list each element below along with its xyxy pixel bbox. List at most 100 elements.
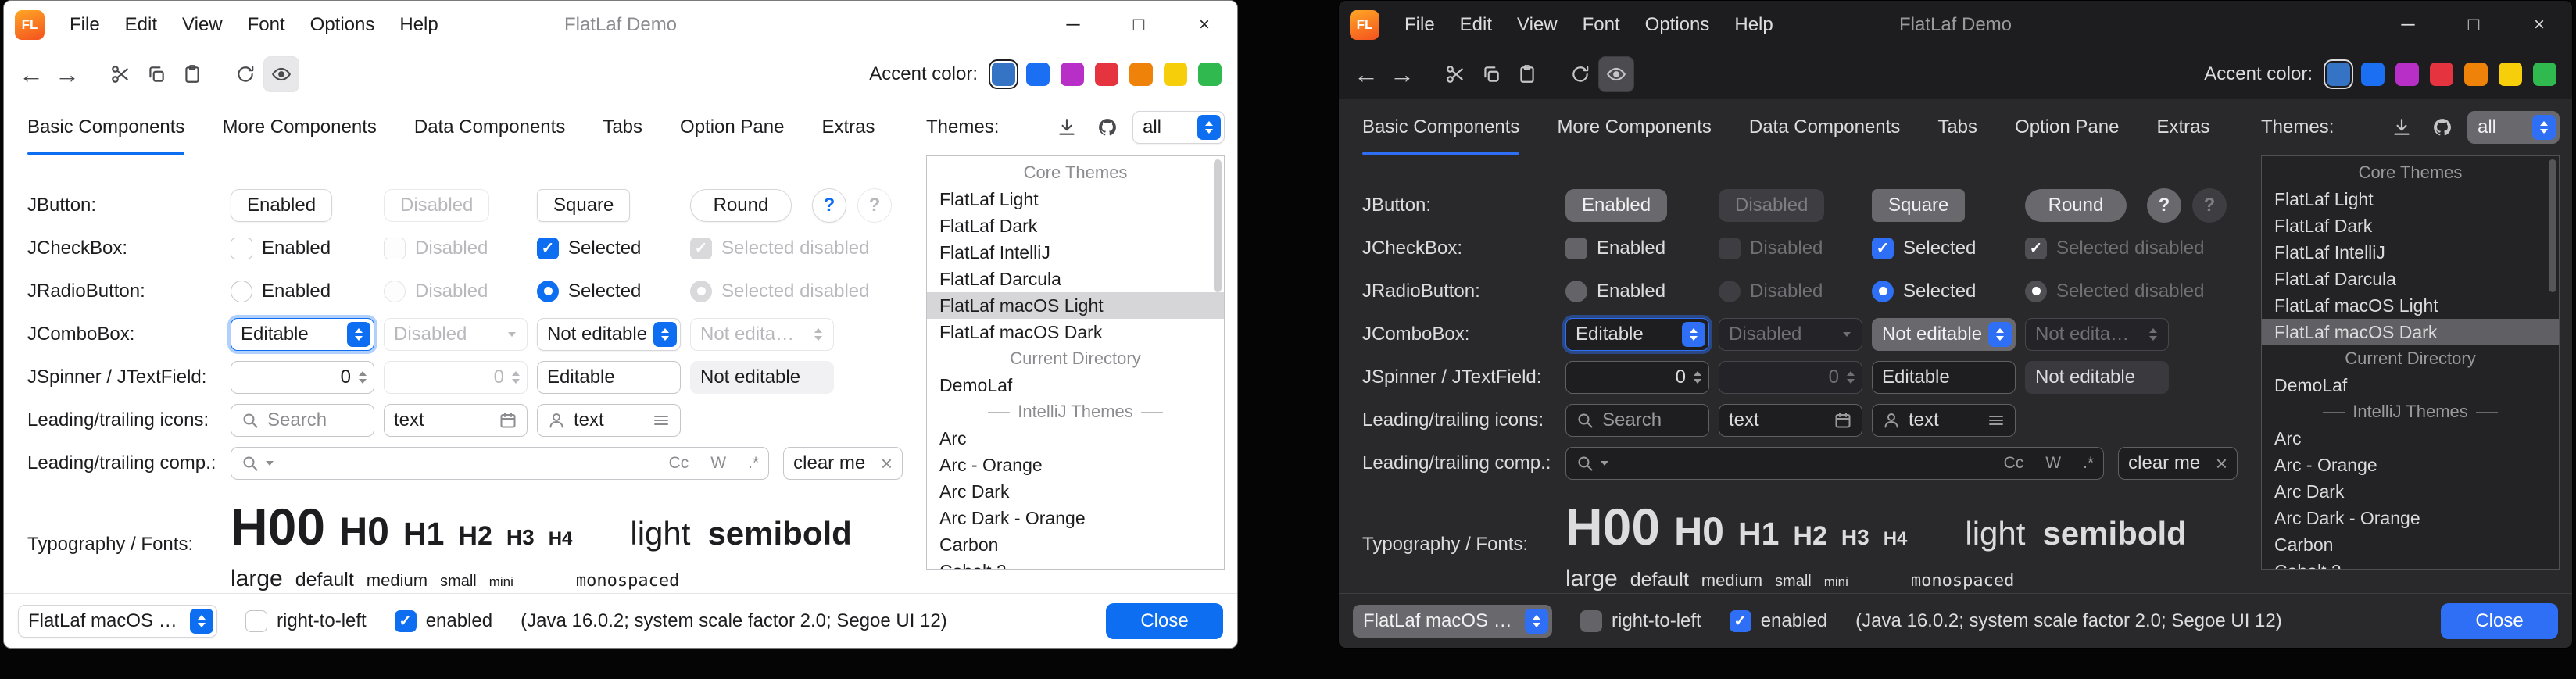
- tab-data-components[interactable]: Data Components: [1749, 99, 1900, 155]
- combobox-arrows-icon[interactable]: [190, 609, 213, 634]
- accent-swatch[interactable]: [1164, 63, 1187, 86]
- menu-edit[interactable]: Edit: [113, 1, 170, 49]
- theme-item[interactable]: FlatLaf Dark: [2262, 213, 2559, 239]
- checkbox-enabled[interactable]: Enabled: [1565, 238, 1665, 259]
- tab-more-components[interactable]: More Components: [1557, 99, 1711, 155]
- user-field[interactable]: text: [537, 404, 681, 437]
- themes-scrollbar[interactable]: [1214, 159, 1222, 566]
- user-field[interactable]: text: [1872, 404, 2016, 437]
- tab-basic-components[interactable]: Basic Components: [1362, 99, 1519, 155]
- forward-button[interactable]: →: [49, 56, 85, 92]
- theme-item[interactable]: Arc: [927, 425, 1224, 452]
- menu-view[interactable]: View: [170, 1, 235, 49]
- enabled-button[interactable]: Enabled: [1565, 189, 1667, 222]
- forward-button[interactable]: →: [1384, 56, 1420, 92]
- tab-option-pane[interactable]: Option Pane: [2015, 99, 2119, 155]
- menu-help[interactable]: Help: [387, 1, 450, 49]
- theme-item[interactable]: Arc Dark - Orange: [927, 505, 1224, 531]
- theme-item[interactable]: FlatLaf Darcula: [2262, 266, 2559, 292]
- accent-swatch[interactable]: [1198, 63, 1222, 86]
- help-button[interactable]: ?: [2147, 188, 2181, 223]
- theme-item[interactable]: Cobalt 2: [927, 558, 1224, 570]
- back-button[interactable]: ←: [13, 56, 49, 92]
- accent-swatch[interactable]: [2464, 63, 2488, 86]
- enabled-checkbox[interactable]: ✓ enabled: [395, 610, 492, 632]
- search-history-field[interactable]: Cc W .*: [1565, 447, 2104, 480]
- search-field[interactable]: Search: [1565, 404, 1709, 437]
- themes-filter-combo[interactable]: all: [1132, 111, 1225, 144]
- radio-enabled[interactable]: Enabled: [231, 281, 331, 302]
- clear-me-field[interactable]: clear me ×: [2118, 447, 2238, 480]
- menu-edit[interactable]: Edit: [1447, 1, 1504, 49]
- search-history-field[interactable]: Cc W .*: [231, 447, 769, 480]
- scrollbar-thumb[interactable]: [2549, 159, 2556, 292]
- right-to-left-checkbox[interactable]: right-to-left: [1580, 610, 1701, 632]
- checkbox-selected[interactable]: ✓Selected: [1872, 238, 1976, 259]
- combobox-editable[interactable]: Editable: [231, 318, 374, 351]
- download-button[interactable]: [1051, 112, 1082, 143]
- menu-list-icon[interactable]: [652, 411, 671, 430]
- show-hidden-toggle[interactable]: [263, 56, 299, 92]
- themes-scrollbar[interactable]: [2549, 159, 2556, 566]
- maximize-button[interactable]: □: [2441, 1, 2506, 49]
- theme-item[interactable]: FlatLaf macOS Light: [927, 292, 1224, 319]
- accent-swatch[interactable]: [2533, 63, 2556, 86]
- enabled-button[interactable]: Enabled: [231, 189, 332, 222]
- theme-item[interactable]: Carbon: [2262, 531, 2559, 558]
- themes-filter-combo[interactable]: all: [2467, 111, 2560, 144]
- github-button[interactable]: [2427, 112, 2458, 143]
- chevron-down-icon[interactable]: [1601, 461, 1608, 466]
- enabled-checkbox[interactable]: ✓ enabled: [1730, 610, 1827, 632]
- theme-item[interactable]: FlatLaf IntelliJ: [2262, 239, 2559, 266]
- theme-item[interactable]: Arc Dark: [927, 478, 1224, 505]
- paste-button[interactable]: [1509, 56, 1545, 92]
- accent-swatch[interactable]: [1026, 63, 1050, 86]
- theme-item[interactable]: DemoLaf: [927, 372, 1224, 398]
- theme-item[interactable]: FlatLaf Darcula: [927, 266, 1224, 292]
- theme-item[interactable]: Arc: [2262, 425, 2559, 452]
- maximize-button[interactable]: □: [1106, 1, 1172, 49]
- tab-basic-components[interactable]: Basic Components: [27, 99, 184, 155]
- theme-item[interactable]: FlatLaf IntelliJ: [927, 239, 1224, 266]
- theme-item[interactable]: Arc Dark - Orange: [2262, 505, 2559, 531]
- cut-button[interactable]: [1437, 56, 1473, 92]
- minimize-button[interactable]: ─: [1040, 1, 1106, 49]
- spinner-enabled[interactable]: 0: [231, 361, 374, 394]
- menu-help[interactable]: Help: [1722, 1, 1785, 49]
- cut-button[interactable]: [102, 56, 138, 92]
- scrollbar-thumb[interactable]: [1214, 159, 1222, 292]
- clear-icon[interactable]: ×: [881, 453, 893, 474]
- checkbox-selected[interactable]: ✓Selected: [537, 238, 641, 259]
- theme-item[interactable]: FlatLaf macOS Dark: [927, 319, 1224, 345]
- accent-swatch[interactable]: [1095, 63, 1118, 86]
- combobox-arrows-icon[interactable]: [347, 322, 370, 347]
- match-case-button[interactable]: Cc: [2004, 454, 2024, 473]
- clear-me-field[interactable]: clear me ×: [783, 447, 903, 480]
- refresh-button[interactable]: [1562, 56, 1598, 92]
- theme-item[interactable]: Cobalt 2: [2262, 558, 2559, 570]
- accent-swatch[interactable]: [2430, 63, 2453, 86]
- menu-options[interactable]: Options: [298, 1, 388, 49]
- tab-tabs[interactable]: Tabs: [1937, 99, 1977, 155]
- right-to-left-checkbox[interactable]: right-to-left: [245, 610, 367, 632]
- show-hidden-toggle[interactable]: [1598, 56, 1634, 92]
- menu-font[interactable]: Font: [235, 1, 298, 49]
- spinner-arrows-icon[interactable]: [1694, 371, 1701, 384]
- theme-item[interactable]: Arc - Orange: [927, 452, 1224, 478]
- github-button[interactable]: [1092, 112, 1123, 143]
- refresh-button[interactable]: [227, 56, 263, 92]
- close-dialog-button[interactable]: Close: [1106, 603, 1223, 639]
- help-button[interactable]: ?: [812, 188, 846, 223]
- theme-item[interactable]: DemoLaf: [2262, 372, 2559, 398]
- combobox-not-editable[interactable]: Not editable: [537, 318, 681, 351]
- minimize-button[interactable]: ─: [2375, 1, 2441, 49]
- menu-view[interactable]: View: [1504, 1, 1570, 49]
- calendar-icon[interactable]: [499, 411, 517, 430]
- accent-swatch[interactable]: [2395, 63, 2419, 86]
- combobox-arrows-icon[interactable]: [1197, 115, 1221, 140]
- editable-textfield[interactable]: Editable: [537, 361, 681, 394]
- accent-swatch[interactable]: [992, 63, 1015, 86]
- combobox-arrows-icon[interactable]: [1988, 322, 2012, 347]
- combobox-editable[interactable]: Editable: [1565, 318, 1709, 351]
- square-button[interactable]: Square: [537, 189, 630, 222]
